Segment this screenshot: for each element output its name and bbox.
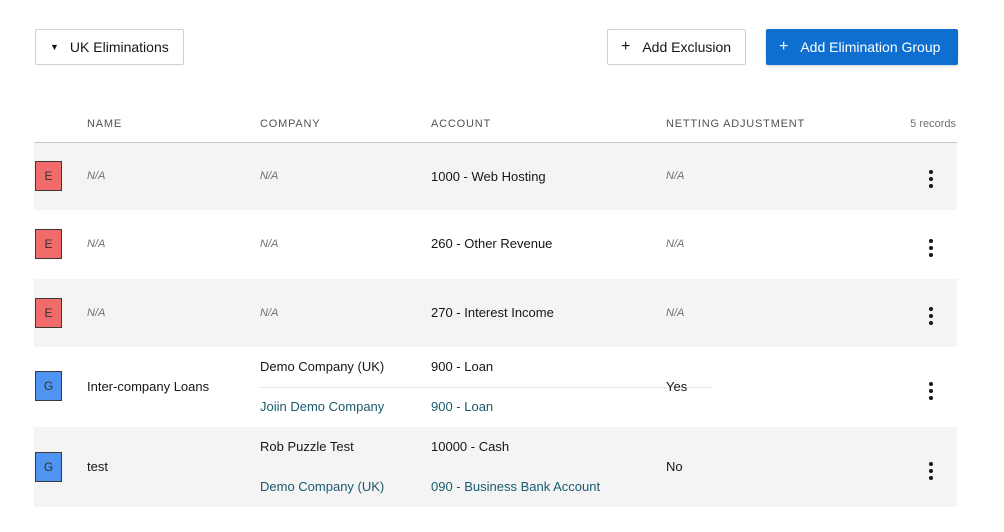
add-elimination-group-label: Add Elimination Group xyxy=(800,39,941,55)
table-row[interactable]: E N/A N/A 270 - Interest Income N/A xyxy=(34,279,957,347)
row-name: N/A xyxy=(87,307,106,319)
row-name: N/A xyxy=(87,170,106,182)
row-account-link[interactable]: 090 - Business Bank Account xyxy=(431,479,600,494)
add-exclusion-label: Add Exclusion xyxy=(642,39,732,55)
exclusion-badge: E xyxy=(35,229,62,259)
row-name: Inter-company Loans xyxy=(87,379,210,394)
row-account: 10000 - Cash xyxy=(431,439,510,454)
row-netting: N/A xyxy=(666,307,685,319)
row-netting: No xyxy=(666,459,683,474)
group-badge: G xyxy=(35,452,62,482)
elimination-group-select[interactable]: ▼ UK Eliminations xyxy=(35,29,184,65)
row-company: Rob Puzzle Test xyxy=(260,439,354,454)
column-header-account[interactable]: ACCOUNT xyxy=(431,118,491,130)
record-count: 5 records xyxy=(910,118,956,130)
plus-icon: + xyxy=(621,38,631,55)
row-account: 260 - Other Revenue xyxy=(431,236,553,251)
group-badge: G xyxy=(35,371,62,401)
row-netting: Yes xyxy=(666,379,688,394)
toolbar: ▼ UK Eliminations + Add Exclusion + Add … xyxy=(0,0,1004,100)
row-company: N/A xyxy=(260,238,279,250)
row-account: 1000 - Web Hosting xyxy=(431,169,546,184)
row-menu-icon[interactable] xyxy=(925,382,937,400)
row-netting: N/A xyxy=(666,170,685,182)
table-row[interactable]: G Inter-company Loans Demo Company (UK) … xyxy=(34,347,957,427)
table-row[interactable]: E N/A N/A 1000 - Web Hosting N/A xyxy=(34,143,957,210)
row-company-link[interactable]: Demo Company (UK) xyxy=(260,479,384,494)
plus-icon: + xyxy=(779,38,789,55)
row-divider xyxy=(260,387,713,388)
exclusion-badge: E xyxy=(35,298,62,328)
exclusion-badge: E xyxy=(35,161,62,191)
elimination-group-select-label: UK Eliminations xyxy=(69,39,169,55)
table-header: NAME COMPANY ACCOUNT NETTING ADJUSTMENT … xyxy=(34,108,957,143)
table-row[interactable]: G test Rob Puzzle Test 10000 - Cash Demo… xyxy=(34,427,957,507)
table-row[interactable]: E N/A N/A 260 - Other Revenue N/A xyxy=(34,210,957,279)
row-menu-icon[interactable] xyxy=(925,239,937,257)
row-netting: N/A xyxy=(666,238,685,250)
row-menu-icon[interactable] xyxy=(925,462,937,480)
row-menu-icon[interactable] xyxy=(925,170,937,188)
column-header-company[interactable]: COMPANY xyxy=(260,118,320,130)
caret-down-icon: ▼ xyxy=(50,42,59,52)
row-company: N/A xyxy=(260,307,279,319)
row-company: Demo Company (UK) xyxy=(260,359,385,374)
add-elimination-group-button[interactable]: + Add Elimination Group xyxy=(766,29,958,65)
add-exclusion-button[interactable]: + Add Exclusion xyxy=(607,29,746,65)
row-account: 900 - Loan xyxy=(431,359,494,374)
column-header-name[interactable]: NAME xyxy=(87,118,122,130)
row-name: N/A xyxy=(87,238,106,250)
row-menu-icon[interactable] xyxy=(925,307,937,325)
column-header-netting[interactable]: NETTING ADJUSTMENT xyxy=(666,118,805,130)
row-company-link[interactable]: Joiin Demo Company xyxy=(260,399,384,414)
row-company: N/A xyxy=(260,170,279,182)
row-account-link[interactable]: 900 - Loan xyxy=(431,399,493,414)
row-name: test xyxy=(87,459,108,474)
row-account: 270 - Interest Income xyxy=(431,305,554,320)
